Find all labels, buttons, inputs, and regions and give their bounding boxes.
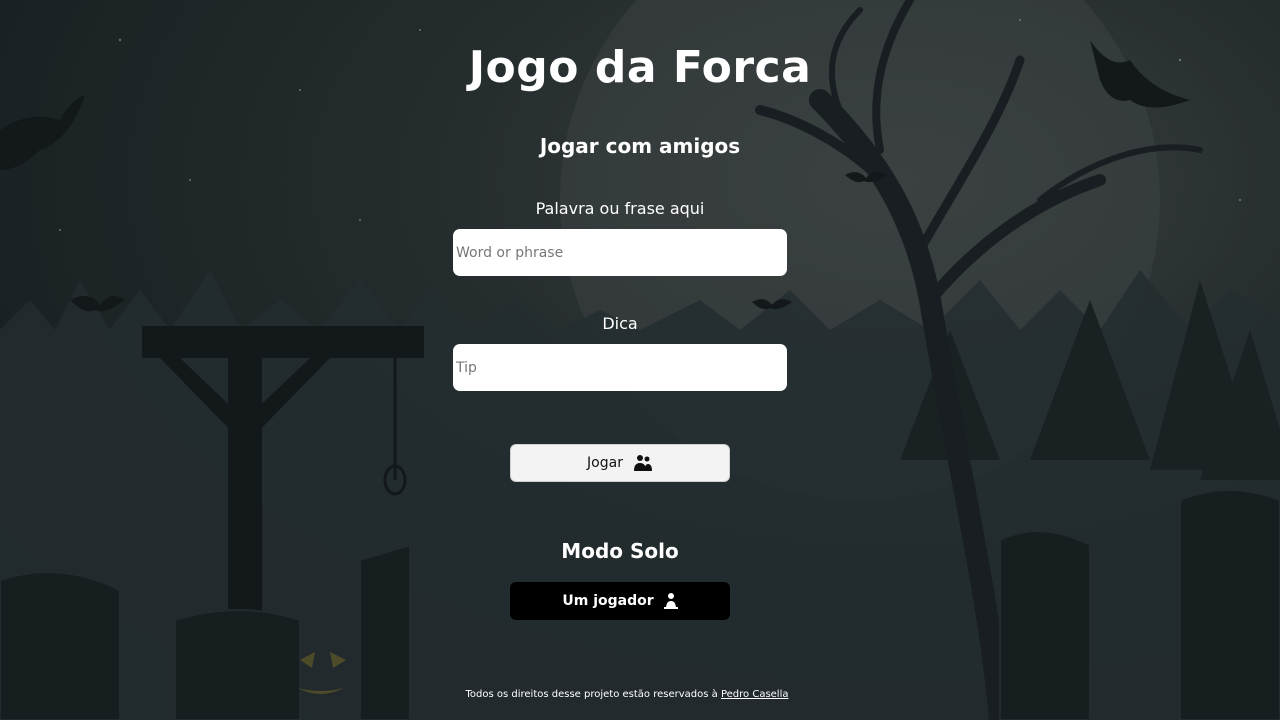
single-player-button[interactable]: Um jogador bbox=[510, 582, 730, 620]
word-label: Palavra ou frase aqui bbox=[535, 199, 705, 218]
single-player-label: Um jogador bbox=[562, 593, 654, 609]
play-button[interactable]: Jogar bbox=[510, 444, 730, 482]
main-content: Jogo da Forca Jogar com amigos Palavra o… bbox=[0, 0, 1280, 720]
tip-input[interactable] bbox=[453, 344, 787, 391]
word-input[interactable] bbox=[453, 229, 787, 276]
footer: Todos os direitos desse projeto estão re… bbox=[0, 689, 1254, 700]
user-icon bbox=[663, 592, 678, 610]
play-button-label: Jogar bbox=[587, 455, 623, 471]
friends-mode-heading: Jogar com amigos bbox=[539, 134, 741, 158]
users-icon bbox=[633, 454, 653, 472]
author-link[interactable]: Pedro Casella bbox=[721, 689, 789, 700]
tip-label: Dica bbox=[602, 314, 638, 333]
page-title: Jogo da Forca bbox=[468, 42, 812, 93]
solo-mode-heading: Modo Solo bbox=[561, 539, 679, 563]
footer-text: Todos os direitos desse projeto estão re… bbox=[465, 689, 721, 700]
